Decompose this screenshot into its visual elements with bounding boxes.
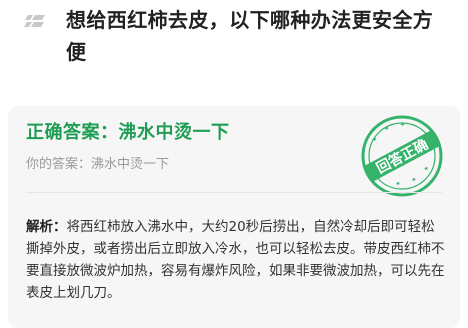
correct-answer: 正确答案：沸水中烫一下 [26,122,230,143]
explanation-label: 解析： [26,219,67,235]
explanation-text: 将西红柿放入沸水中，大约20秒后捞出，自然冷却后即可轻松撕掉外皮，或者捞出后立即… [26,219,445,301]
question-text: 想给西红柿去皮，以下哪种办法更安全方便 [66,8,434,64]
correct-stamp-icon: 回答正确 [361,115,443,197]
question-header: 想给西红柿去皮，以下哪种办法更安全方便 [0,0,468,80]
your-answer-value: 沸水中烫一下 [91,157,170,172]
your-answer: 你的答案：沸水中烫一下 [26,155,169,175]
explanation: 解析：将西红柿放入沸水中，大约20秒后捞出，自然冷却后即可轻松撕掉外皮，或者捞出… [26,216,448,304]
answer-card: 正确答案：沸水中烫一下 你的答案：沸水中烫一下 回答正确 解析：将西红柿放入沸水… [8,106,460,328]
divider [26,192,442,193]
list-icon [24,15,45,27]
your-answer-label: 你的答案： [26,157,92,172]
